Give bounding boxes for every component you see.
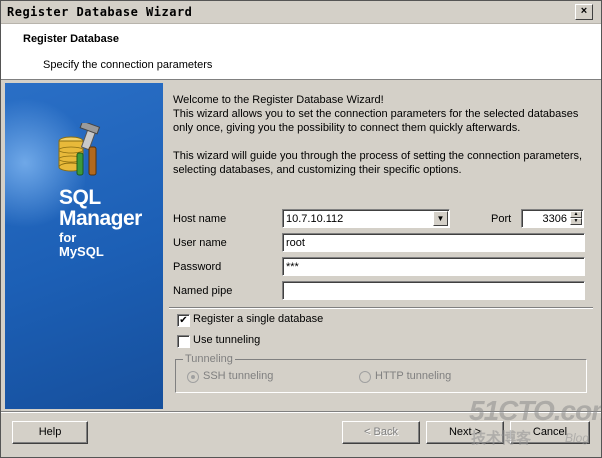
intro-text: Welcome to the Register Database Wizard!…	[173, 93, 591, 191]
product-line-manager: Manager	[59, 207, 142, 230]
watermark-subtitle: 技术博客	[471, 430, 532, 447]
http-radio[interactable]	[359, 371, 371, 383]
product-line-sql: SQL	[59, 186, 101, 209]
intro-line: selecting databases, and customizing the…	[173, 164, 462, 176]
intro-line: Welcome to the Register Database Wizard!	[173, 94, 384, 106]
intro-paragraph-2: This wizard will guide you through the p…	[173, 149, 591, 177]
chevron-down-icon[interactable]: ▼	[433, 211, 448, 226]
ssh-radio[interactable]	[187, 371, 199, 383]
product-line-mysql: MySQL	[59, 244, 104, 259]
password-value: ***	[286, 261, 299, 273]
title-bar[interactable]: Register Database Wizard ×	[1, 1, 601, 24]
product-banner: SQL Manager for MySQL	[5, 83, 163, 409]
watermark-logo: 51CTO.com	[469, 395, 602, 426]
host-label: Host name	[173, 213, 227, 225]
pipe-label: Named pipe	[173, 285, 233, 297]
wizard-window: Register Database Wizard × Register Data…	[0, 0, 602, 458]
watermark-blog: Blog	[565, 431, 590, 445]
single-db-label[interactable]: Register a single database	[193, 313, 323, 325]
port-label: Port	[491, 213, 512, 225]
tunneling-group-title: Tunneling	[183, 353, 235, 365]
page-subtitle: Specify the connection parameters	[43, 59, 213, 71]
pipe-field[interactable]	[282, 281, 585, 300]
divider	[169, 307, 593, 309]
intro-line: This wizard allows you to set the connec…	[173, 108, 579, 120]
intro-paragraph-1: Welcome to the Register Database Wizard!…	[173, 93, 591, 135]
database-tools-icon	[58, 123, 101, 176]
user-field[interactable]: root	[282, 233, 585, 252]
port-spin-buttons[interactable]: ▲ ▼	[570, 211, 582, 226]
back-button[interactable]: < Back	[342, 421, 420, 444]
product-line-for: for	[59, 230, 77, 245]
wizard-header: Register Database Specify the connection…	[1, 24, 601, 80]
user-value: root	[286, 237, 305, 249]
wizard-content: Welcome to the Register Database Wizard!…	[163, 83, 599, 409]
spin-up-icon[interactable]: ▲	[570, 211, 582, 218]
window-title: Register Database Wizard	[7, 5, 193, 19]
user-label: User name	[173, 237, 227, 249]
close-icon[interactable]: ×	[575, 4, 593, 20]
password-label: Password	[173, 261, 222, 273]
intro-line: This wizard will guide you through the p…	[173, 150, 583, 162]
help-button[interactable]: Help	[12, 421, 88, 444]
host-combobox[interactable]: 10.7.10.112 ▼	[282, 209, 450, 228]
tunneling-label[interactable]: Use tunneling	[193, 334, 260, 346]
page-title: Register Database	[23, 33, 119, 45]
port-spinner[interactable]: 3306 ▲ ▼	[521, 209, 584, 228]
product-name: SQL Manager	[59, 187, 142, 229]
watermark: 51CTO.com 技术博客 Blog	[469, 395, 602, 451]
http-label[interactable]: HTTP tunneling	[375, 370, 451, 382]
intro-line: only once, giving you the possibility to…	[173, 122, 521, 134]
single-db-checkbox[interactable]: ✔	[177, 314, 190, 327]
password-field[interactable]: ***	[282, 257, 585, 276]
ssh-label[interactable]: SSH tunneling	[203, 370, 273, 382]
tunneling-checkbox[interactable]	[177, 335, 190, 348]
host-value: 10.7.10.112	[286, 213, 344, 225]
spin-down-icon[interactable]: ▼	[570, 218, 582, 225]
port-value: 3306	[542, 213, 567, 225]
product-platform: for MySQL	[59, 231, 104, 259]
